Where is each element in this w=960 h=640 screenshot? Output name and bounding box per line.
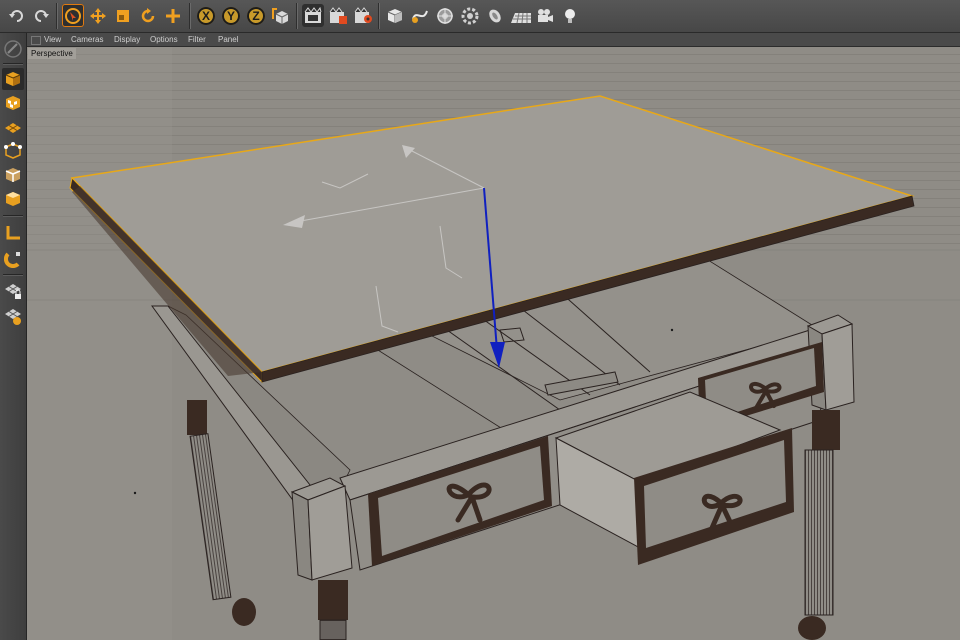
move-icon[interactable] — [87, 4, 109, 27]
points-mode-icon[interactable] — [2, 140, 24, 162]
redo-icon[interactable] — [30, 4, 52, 27]
snapping-icon[interactable] — [2, 248, 24, 270]
add-icon[interactable] — [162, 4, 184, 27]
workplane-icon[interactable] — [2, 222, 24, 244]
menu-display[interactable]: Display — [114, 33, 140, 46]
polygons-mode-icon[interactable] — [2, 188, 24, 210]
render-settings-icon[interactable] — [352, 4, 374, 27]
menu-options[interactable]: Options — [150, 33, 178, 46]
y-axis-lock-icon[interactable]: Y — [220, 4, 242, 27]
texture-mode-icon[interactable] — [2, 92, 24, 114]
menu-filter[interactable]: Filter — [188, 33, 206, 46]
viewport-grip-icon[interactable] — [31, 36, 41, 45]
menu-view[interactable]: View — [44, 33, 61, 46]
main-toolbar: X Y Z — [0, 0, 960, 33]
menu-panel[interactable]: Panel — [218, 33, 238, 46]
table-front-leg-left — [290, 477, 353, 640]
camera-icon[interactable] — [534, 4, 556, 27]
mode-palette — [0, 33, 27, 640]
scale-icon[interactable] — [112, 4, 134, 27]
z-axis-lock-icon[interactable]: Z — [245, 4, 267, 27]
x-axis-lock-icon[interactable]: X — [195, 4, 217, 27]
planar-workplane-icon[interactable] — [2, 305, 24, 327]
deformer-icon[interactable] — [484, 4, 506, 27]
coordinate-system-icon[interactable] — [270, 4, 292, 27]
render-picture-viewer-icon[interactable] — [327, 4, 349, 27]
menu-cameras[interactable]: Cameras — [71, 33, 103, 46]
viewport-menubar: View Cameras Display Options Filter Pane… — [27, 33, 960, 47]
undo-icon[interactable] — [6, 4, 28, 27]
live-select-icon[interactable] — [62, 4, 84, 27]
nurbs-generator-icon[interactable] — [434, 4, 456, 27]
make-editable-icon[interactable] — [2, 38, 24, 60]
workplane-grid-icon[interactable] — [2, 116, 24, 138]
rotate-icon[interactable] — [137, 4, 159, 27]
render-view-icon[interactable] — [302, 4, 324, 27]
light-icon[interactable] — [559, 4, 581, 27]
spline-pen-icon[interactable] — [409, 4, 431, 27]
scene-render — [27, 47, 960, 640]
locked-workplane-icon[interactable] — [2, 280, 24, 302]
perspective-viewport[interactable]: Perspective — [27, 47, 960, 640]
floor-environment-icon[interactable] — [509, 4, 533, 27]
edges-mode-icon[interactable] — [2, 164, 24, 186]
array-modeling-icon[interactable] — [459, 4, 481, 27]
viewport-projection-label: Perspective — [28, 48, 76, 59]
cube-primitive-icon[interactable] — [384, 4, 406, 27]
model-mode-icon[interactable] — [2, 68, 24, 90]
